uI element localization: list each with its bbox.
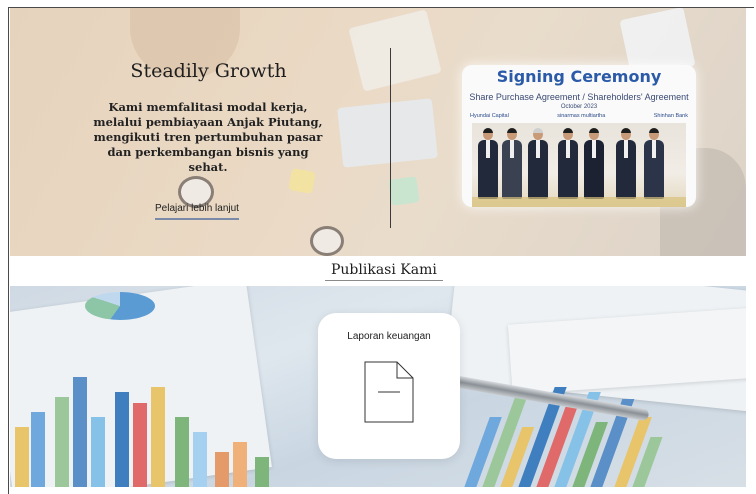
signing-ceremony-subtitle: Share Purchase Agreement / Shareholders'… — [469, 92, 689, 102]
publications-section: Laporan keuangan — [10, 286, 746, 487]
bg-pie-chart — [85, 292, 155, 320]
person-figure — [616, 128, 636, 199]
logo-sinarmas: sinarmas multiartha — [557, 113, 606, 119]
hero-bg-paper — [337, 98, 438, 168]
hero-bg-sticky — [388, 176, 420, 206]
signing-ceremony-date: October 2023 — [560, 104, 598, 110]
hero-divider — [390, 48, 391, 228]
hero-title: Steadily Growth — [130, 60, 287, 82]
hero-section: Steadily Growth Kami memfalitasi modal k… — [10, 8, 746, 256]
signing-ceremony-image: Signing Ceremony Share Purchase Agreemen… — [462, 65, 696, 207]
signing-ceremony-photo — [472, 123, 686, 207]
financial-report-label: Laporan keuangan — [347, 331, 431, 342]
logo-shinhan: Shinhan Bank — [653, 113, 688, 119]
learn-more-link[interactable]: Pelajari lebih lanjut — [155, 203, 239, 220]
signing-ceremony-logos: Hyundai Capital sinarmas multiartha Shin… — [470, 113, 688, 123]
signing-ceremony-title: Signing Ceremony — [496, 67, 662, 86]
hero-bg-cup — [310, 226, 344, 256]
person-figure — [584, 128, 604, 199]
publications-heading: Publikasi Kami — [325, 262, 443, 281]
person-figure — [478, 128, 498, 199]
person-figure — [644, 128, 664, 199]
financial-report-card[interactable]: Laporan keuangan — [318, 313, 460, 459]
hero-description: Kami memfalitasi modal kerja, melalui pe… — [93, 100, 323, 174]
bg-bar-chart — [454, 346, 746, 487]
person-figure — [528, 128, 548, 199]
bg-bar-chart — [15, 366, 315, 487]
document-icon — [364, 361, 414, 423]
logo-hyundai-capital: Hyundai Capital — [470, 113, 509, 119]
chairs — [472, 197, 686, 207]
person-figure — [502, 128, 522, 199]
person-figure — [558, 128, 578, 199]
